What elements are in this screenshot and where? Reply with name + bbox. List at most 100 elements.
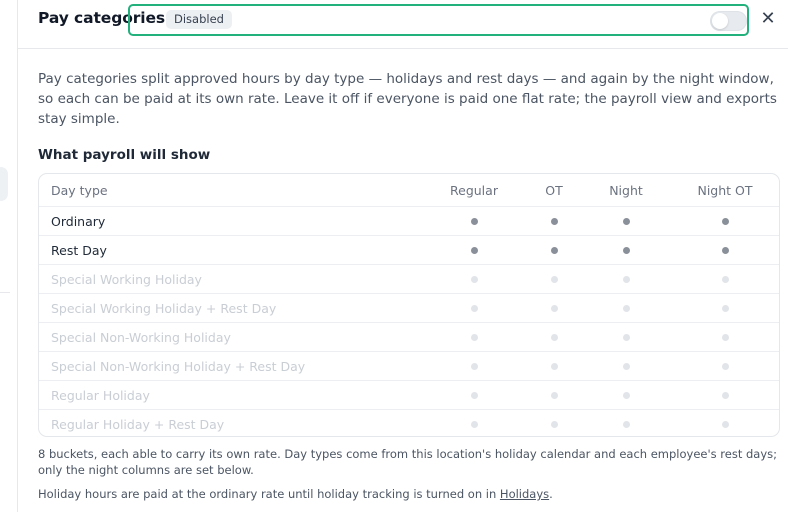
table-row: Regular Holiday bbox=[39, 381, 779, 410]
cell-regular bbox=[434, 410, 514, 436]
panel-content: Pay categories split approved hours by d… bbox=[38, 48, 782, 501]
close-icon[interactable]: ✕ bbox=[758, 8, 778, 30]
cell-night-ot bbox=[685, 410, 765, 436]
column-header-ot: OT bbox=[545, 182, 563, 198]
cell-regular bbox=[434, 352, 514, 380]
bucket-dot bbox=[721, 246, 729, 254]
cell-regular bbox=[434, 207, 514, 235]
bucket-dot bbox=[622, 333, 630, 341]
cell-ot bbox=[514, 381, 594, 409]
bucket-dot bbox=[550, 362, 558, 370]
sidebar-edge bbox=[0, 0, 18, 512]
bucket-dot bbox=[622, 304, 630, 312]
table-row: Rest Day bbox=[39, 236, 779, 265]
bucket-dot bbox=[470, 362, 478, 370]
day-type-label: Special Working Holiday bbox=[51, 271, 202, 287]
bucket-dot bbox=[550, 391, 558, 399]
cell-ot bbox=[514, 294, 594, 322]
bucket-dot bbox=[470, 217, 478, 225]
table-row: Regular Holiday + Rest Day bbox=[39, 410, 779, 436]
column-header-night: Night bbox=[609, 182, 643, 198]
bucket-footnote: 8 buckets, each able to carry its own ra… bbox=[38, 447, 778, 477]
cell-night-ot bbox=[685, 381, 765, 409]
day-type-label: Ordinary bbox=[51, 213, 106, 229]
cell-night-ot bbox=[685, 207, 765, 235]
cell-night-ot bbox=[685, 323, 765, 351]
toggle-knob bbox=[712, 13, 728, 29]
cell-regular bbox=[434, 381, 514, 409]
cell-ot bbox=[514, 323, 594, 351]
cell-night bbox=[586, 352, 666, 380]
bucket-dot bbox=[550, 275, 558, 283]
bucket-dot bbox=[622, 275, 630, 283]
bucket-dot bbox=[721, 275, 729, 283]
pay-categories-toggle[interactable] bbox=[710, 11, 747, 31]
table-row: Special Non-Working Holiday + Rest Day bbox=[39, 352, 779, 381]
bucket-dot bbox=[721, 391, 729, 399]
day-type-label: Regular Holiday bbox=[51, 387, 150, 403]
bucket-dot bbox=[470, 391, 478, 399]
day-type-label: Rest Day bbox=[51, 242, 107, 258]
bucket-dot bbox=[721, 304, 729, 312]
cell-ot bbox=[514, 236, 594, 264]
bucket-dot bbox=[721, 421, 729, 428]
cell-night bbox=[586, 294, 666, 322]
cell-night-ot bbox=[685, 236, 765, 264]
bucket-dot bbox=[470, 421, 478, 428]
bucket-dot bbox=[721, 333, 729, 341]
bucket-dot bbox=[550, 421, 558, 428]
cell-night bbox=[586, 236, 666, 264]
bucket-dot bbox=[470, 275, 478, 283]
holiday-footnote-suffix: . bbox=[549, 487, 553, 501]
cell-night bbox=[586, 265, 666, 293]
table-row: Special Non-Working Holiday bbox=[39, 323, 779, 352]
cell-ot bbox=[514, 207, 594, 235]
payroll-table: Day type Regular OT Night Night OT Ordin… bbox=[38, 173, 780, 437]
bucket-dot bbox=[470, 304, 478, 312]
cell-regular bbox=[434, 323, 514, 351]
day-type-label: Special Non-Working Holiday + Rest Day bbox=[51, 358, 306, 374]
bucket-dot bbox=[622, 421, 630, 428]
cell-night-ot bbox=[685, 352, 765, 380]
bucket-dot bbox=[550, 333, 558, 341]
day-type-label: Special Non-Working Holiday bbox=[51, 329, 231, 345]
holiday-footnote-text: Holiday hours are paid at the ordinary r… bbox=[38, 487, 500, 501]
cell-night-ot bbox=[685, 265, 765, 293]
bucket-dot bbox=[550, 246, 558, 254]
day-type-label: Regular Holiday + Rest Day bbox=[51, 417, 225, 432]
holiday-footnote: Holiday hours are paid at the ordinary r… bbox=[38, 486, 780, 502]
cell-night-ot bbox=[685, 294, 765, 322]
column-header-day-type: Day type bbox=[51, 182, 108, 198]
cell-ot bbox=[514, 352, 594, 380]
bucket-dot bbox=[721, 217, 729, 225]
cell-regular bbox=[434, 236, 514, 264]
cell-regular bbox=[434, 265, 514, 293]
bucket-dot bbox=[622, 246, 630, 254]
bucket-dot bbox=[470, 246, 478, 254]
bucket-dot bbox=[550, 217, 558, 225]
bucket-dot bbox=[721, 362, 729, 370]
holidays-link[interactable]: Holidays bbox=[500, 487, 549, 501]
cell-night bbox=[586, 323, 666, 351]
bucket-dot bbox=[550, 304, 558, 312]
cell-ot bbox=[514, 265, 594, 293]
cell-night bbox=[586, 207, 666, 235]
cell-night bbox=[586, 381, 666, 409]
column-header-regular: Regular bbox=[450, 182, 498, 198]
sidebar-selected-item[interactable] bbox=[0, 167, 8, 201]
toggle-row-focus[interactable] bbox=[128, 4, 749, 36]
bucket-dot bbox=[622, 391, 630, 399]
table-row: Ordinary bbox=[39, 207, 779, 236]
section-title: What payroll will show bbox=[38, 147, 211, 163]
bucket-dot bbox=[622, 362, 630, 370]
sidebar-divider bbox=[0, 292, 10, 293]
table-header-row: Day type Regular OT Night Night OT bbox=[39, 174, 779, 207]
column-header-night-ot: Night OT bbox=[697, 182, 753, 198]
intro-text: Pay categories split approved hours by d… bbox=[38, 71, 777, 127]
panel-header: Pay categories Disabled ✕ bbox=[18, 0, 788, 49]
table-row: Special Working Holiday + Rest Day bbox=[39, 294, 779, 323]
cell-regular bbox=[434, 294, 514, 322]
bucket-dot bbox=[622, 217, 630, 225]
bucket-dot bbox=[470, 333, 478, 341]
table-row: Special Working Holiday bbox=[39, 265, 779, 294]
